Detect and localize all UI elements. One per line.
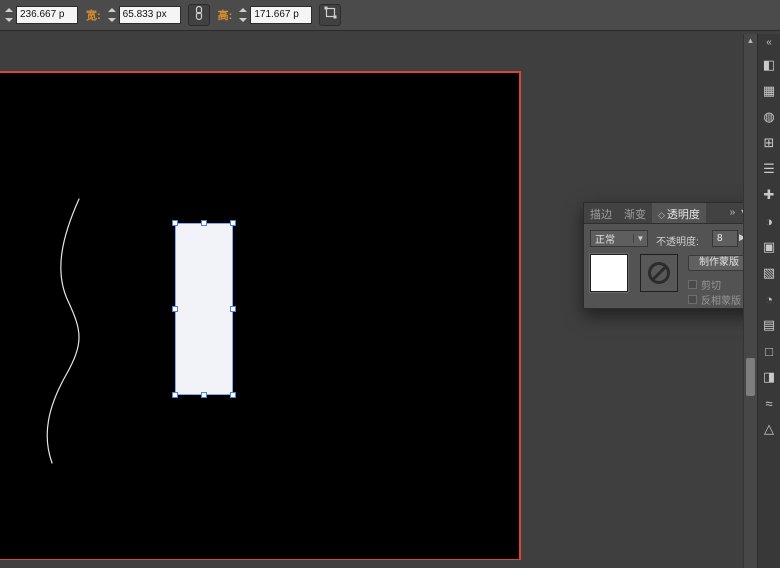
dock-expand-icon[interactable]: «	[766, 34, 772, 52]
mask-thumbnail[interactable]	[640, 254, 678, 292]
opacity-input[interactable]: 8	[712, 230, 738, 247]
height-stepper[interactable]	[239, 8, 248, 22]
invert-mask-checkbox-label: 反相蒙版	[701, 296, 741, 307]
width-input[interactable]: 65.833 px	[118, 6, 181, 24]
invert-mask-checkbox-box[interactable]	[688, 295, 697, 304]
transparency-panel: 描边 渐变 ◇透明度 » ▾≡ 正常 ▼ 不透明度: 8 ▶ 制作蒙版 剪切 反…	[583, 202, 757, 309]
color-guide-panel-icon[interactable]: ▦	[759, 81, 779, 101]
selected-rectangle-object[interactable]	[175, 223, 233, 395]
height-input[interactable]: 171.667 p	[250, 6, 313, 24]
transform-icon	[324, 6, 337, 24]
align-panel-icon[interactable]: ◨	[759, 367, 779, 387]
selection-handle-bottom-right[interactable]	[230, 392, 236, 398]
transform-panel-icon[interactable]: △	[759, 419, 779, 439]
x-input[interactable]: 236.667 p	[16, 6, 78, 24]
selection-handle-top-right[interactable]	[230, 220, 236, 226]
selection-handle-mid-left[interactable]	[172, 306, 178, 312]
selection-handle-top-left[interactable]	[172, 220, 178, 226]
dropdown-arrow-icon: ▼	[633, 234, 647, 243]
gradient-panel-icon[interactable]: ◑	[759, 211, 779, 231]
curve-path-object[interactable]	[0, 73, 517, 559]
transparency-panel-icon[interactable]: ▣	[759, 237, 779, 257]
brushes-panel-icon[interactable]: ⊞	[759, 133, 779, 153]
width-label: 宽:	[86, 10, 101, 22]
tab-diamond-icon: ◇	[658, 210, 665, 220]
opacity-label: 不透明度:	[656, 237, 699, 248]
control-bar: 236.667 p 宽: 65.833 px 高: 171.667 p	[0, 0, 780, 31]
symbols-panel-icon[interactable]: ☰	[759, 159, 779, 179]
clip-checkbox-box[interactable]	[688, 280, 697, 289]
no-mask-icon	[648, 262, 670, 284]
selection-handle-mid-right[interactable]	[230, 306, 236, 312]
make-mask-button[interactable]: 制作蒙版	[688, 255, 750, 271]
selection-handle-bottom-left[interactable]	[172, 392, 178, 398]
graphic-styles-panel-icon[interactable]: ◔	[759, 289, 779, 309]
height-label: 高:	[217, 10, 233, 22]
clip-checkbox[interactable]: 剪切	[688, 277, 721, 292]
object-thumbnail[interactable]	[589, 253, 629, 293]
invert-mask-checkbox[interactable]: 反相蒙版	[688, 292, 741, 307]
vertical-scrollbar[interactable]: ▲	[743, 34, 757, 568]
panel-body: 正常 ▼ 不透明度: 8 ▶ 制作蒙版 剪切 反相蒙版	[584, 224, 756, 308]
blend-mode-value: 正常	[595, 235, 615, 246]
color-panel-icon[interactable]: ◧	[759, 55, 779, 75]
layers-panel-icon[interactable]: ▤	[759, 315, 779, 335]
panel-collapse-icon[interactable]: »	[728, 203, 740, 223]
transform-options-button[interactable]	[319, 4, 342, 26]
width-stepper[interactable]	[107, 8, 117, 22]
chain-link-icon	[193, 5, 205, 25]
artboard-canvas[interactable]	[0, 71, 521, 560]
swatches-panel-icon[interactable]: ◍	[759, 107, 779, 127]
stroke-panel-icon[interactable]: ✚	[759, 185, 779, 205]
blend-mode-dropdown[interactable]: 正常 ▼	[590, 230, 648, 247]
clip-checkbox-label: 剪切	[701, 281, 721, 292]
tab-transparency[interactable]: ◇ 透明度	[652, 203, 706, 223]
x-stepper[interactable]	[5, 8, 14, 22]
tab-gradient[interactable]: 渐变	[618, 203, 652, 223]
selection-handle-bottom-center[interactable]	[201, 392, 207, 398]
selection-handle-top-center[interactable]	[201, 220, 207, 226]
appearance-panel-icon[interactable]: ▧	[759, 263, 779, 283]
artboards-panel-icon[interactable]: □	[759, 341, 779, 361]
panel-tab-bar: 描边 渐变 ◇透明度 » ▾≡	[584, 203, 756, 224]
scrollbar-thumb[interactable]	[746, 358, 755, 396]
constrain-proportions-button[interactable]	[187, 4, 210, 26]
tab-stroke[interactable]: 描边	[584, 203, 618, 223]
scroll-up-icon[interactable]: ▲	[744, 36, 757, 45]
pathfinder-panel-icon[interactable]: ≈	[759, 393, 779, 413]
panel-dock: « ◧ ▦ ◍ ⊞ ☰ ✚ ◑ ▣ ▧ ◔ ▤ □ ◨ ≈ △	[757, 34, 780, 568]
